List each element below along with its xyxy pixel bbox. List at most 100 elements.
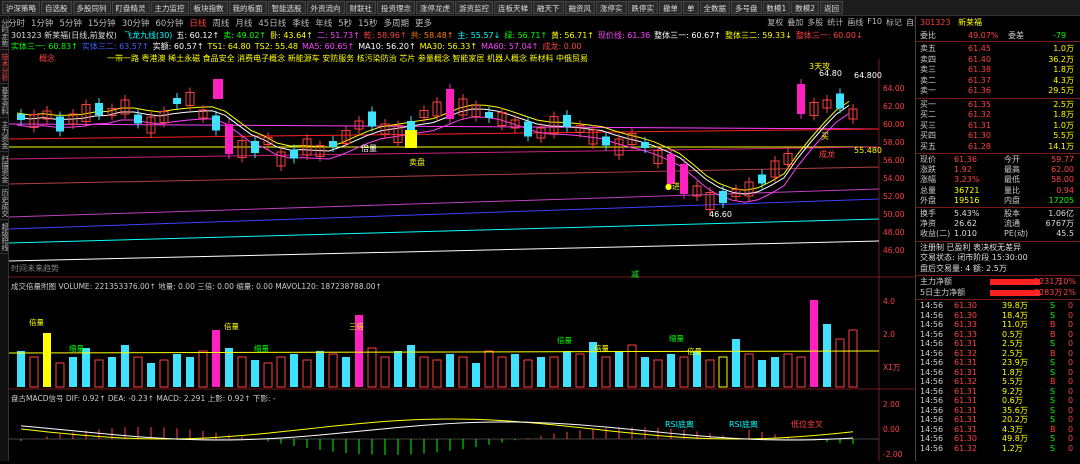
- stat-label: 量比: [1004, 185, 1020, 195]
- volume-tag: 缩量: [69, 343, 84, 353]
- tick-volume: 2.5万: [1002, 339, 1023, 349]
- stat-row: 现价 61.36 今开 59.77: [918, 155, 1078, 164]
- toolbar-button-24[interactable]: 返回: [820, 1, 844, 14]
- toolbar-button-16[interactable]: 涨停实: [596, 1, 627, 14]
- period-tab-6[interactable]: 日线: [189, 17, 206, 29]
- period-tab-8[interactable]: 月线: [235, 17, 252, 29]
- toolbar-button-18[interactable]: 撤单: [659, 1, 682, 14]
- main-chart-area[interactable]: 64.00 62.00 60.00 58.00 56.00 54.00 52.00 50.00…: [8, 29, 915, 461]
- toolbar-button-10[interactable]: 投资理念: [377, 1, 415, 14]
- period-tab-15[interactable]: 更多: [415, 17, 432, 29]
- toolbar-button-21[interactable]: 多号盘: [731, 1, 762, 14]
- left-nav-6[interactable]: 超级短线: [0, 220, 9, 254]
- candle-body: [56, 116, 64, 132]
- tick-volume: 5.5万: [1002, 377, 1023, 387]
- toolbar-button-4[interactable]: 主力监控: [150, 1, 189, 14]
- left-nav-3[interactable]: 主力资金: [0, 118, 9, 152]
- period-tab-5[interactable]: 60分钟: [156, 17, 184, 29]
- toolbar-button-2[interactable]: 多股同列: [72, 1, 111, 14]
- tick-count: 0: [1068, 377, 1074, 387]
- period-tab-7[interactable]: 周线: [212, 17, 229, 29]
- chart-tool-6[interactable]: 标记: [886, 17, 902, 28]
- tick-volume: 49.8万: [1002, 434, 1028, 444]
- tick-count: 0: [1068, 434, 1074, 444]
- left-nav-5[interactable]: 历史成交: [0, 186, 9, 220]
- toolbar-button-15[interactable]: 融资风: [564, 1, 595, 14]
- tick-row: 14:56 61.31 23.9万 S 0: [918, 358, 1078, 367]
- toolbar-button-9[interactable]: 财联社: [345, 1, 376, 14]
- volume-bar: [263, 362, 273, 388]
- toolbar-button-11[interactable]: 涨停龙虎: [416, 1, 454, 14]
- chart-tool-5[interactable]: F10: [867, 17, 882, 28]
- ask-price: 61.38: [968, 65, 991, 74]
- toolbar-button-12[interactable]: 游资监控: [455, 1, 493, 14]
- toolbar-button-20[interactable]: 全数据: [699, 1, 730, 14]
- volume-scale-label: 4.0: [883, 297, 895, 306]
- period-tab-2[interactable]: 5分钟: [59, 17, 81, 29]
- toolbar-button-0[interactable]: 沪深策略: [2, 1, 40, 14]
- bid-volume: 14.1万: [1048, 141, 1074, 151]
- indicator-value: 卧: 43.64↑: [270, 31, 313, 40]
- volume-bar: [17, 351, 25, 387]
- candle-body: [329, 141, 337, 147]
- volume-bar: [69, 357, 77, 387]
- volume-scale-label: 2.0: [883, 330, 895, 339]
- toolbar-button-7[interactable]: 智能选股: [267, 1, 306, 14]
- period-tab-12[interactable]: 5秒: [338, 17, 352, 29]
- chart-tool-3[interactable]: 统计: [827, 17, 843, 28]
- stat-label: 总量: [920, 185, 936, 195]
- price-scale-label: 56.00: [883, 156, 905, 165]
- period-tab-4[interactable]: 30分钟: [122, 17, 150, 29]
- period-tab-11[interactable]: 年线: [315, 17, 332, 29]
- volume-bar: [237, 356, 247, 388]
- period-tab-10[interactable]: 季线: [292, 17, 309, 29]
- left-nav-1[interactable]: 技术分析: [0, 50, 9, 84]
- ask-row: 卖四 61.40 36.2万: [918, 55, 1078, 64]
- indicator-value: 主: 55.57↓: [457, 31, 501, 40]
- period-tab-1[interactable]: 1分钟: [31, 17, 53, 29]
- volume-bar: [121, 345, 129, 387]
- toolbar-button-3[interactable]: 盯盘精灵: [111, 1, 150, 14]
- weibi-label: 委比: [920, 31, 936, 40]
- candle-body: [134, 114, 142, 124]
- volume-bar: [641, 357, 649, 387]
- period-tab-14[interactable]: 多周期: [384, 17, 410, 29]
- toolbar-button-23[interactable]: 数模2: [791, 1, 820, 14]
- toolbar-button-22[interactable]: 数模1: [762, 1, 791, 14]
- toolbar-button-19[interactable]: 单: [683, 1, 699, 14]
- chart-tool-2[interactable]: 多股: [807, 17, 823, 28]
- toolbar-button-14[interactable]: 融天下: [533, 1, 564, 14]
- tick-count: 0: [1068, 358, 1074, 368]
- left-nav-2[interactable]: 基本资料: [0, 84, 9, 118]
- toolbar-button-17[interactable]: 跌停实: [627, 1, 658, 14]
- chart-tool-0[interactable]: 复权: [767, 17, 783, 28]
- indicator-value: 整体三一: 60.67↑: [654, 31, 721, 40]
- toolbar-button-13[interactable]: 连板天梯: [494, 1, 532, 14]
- tick-price: 61.32: [954, 377, 977, 387]
- period-tab-0[interactable]: 分时: [8, 17, 25, 29]
- chart-tool-4[interactable]: 画线: [847, 17, 863, 28]
- toolbar-button-1[interactable]: 自选股: [41, 1, 72, 14]
- ask-row: 卖一 61.36 29.5万: [918, 86, 1078, 95]
- candle-body: [212, 115, 220, 131]
- indicator-value: 乾: 58.96↑: [363, 31, 407, 40]
- ask-price: 61.40: [968, 54, 991, 64]
- divider: [916, 275, 1080, 277]
- volume-bar: [523, 359, 533, 388]
- stock-code: 301323: [920, 18, 951, 27]
- period-tab-9[interactable]: 45日线: [258, 17, 286, 29]
- candle-body: [719, 191, 727, 203]
- flow-pct: 10%: [1058, 277, 1076, 287]
- stat-value: 17205: [1048, 195, 1074, 205]
- volume-bar: [848, 329, 858, 388]
- toolbar-button-5[interactable]: 板块指数: [189, 1, 228, 14]
- period-tab-13[interactable]: 15秒: [358, 17, 377, 29]
- left-nav-4[interactable]: 扫描资金: [0, 152, 9, 186]
- tick-price: 61.32: [954, 443, 977, 453]
- period-tab-3[interactable]: 15分钟: [88, 17, 116, 29]
- tick-side: B: [1050, 348, 1056, 358]
- chart-tool-1[interactable]: 叠加: [787, 17, 803, 28]
- toolbar-button-6[interactable]: 我的板面: [228, 1, 267, 14]
- toolbar-button-8[interactable]: 外资流向: [306, 1, 345, 14]
- bid-price: 61.32: [968, 110, 991, 119]
